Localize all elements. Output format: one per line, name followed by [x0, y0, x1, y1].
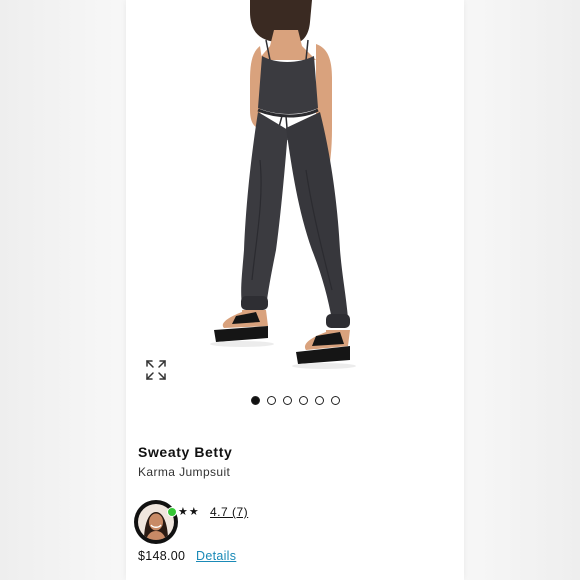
- price: $148.00: [138, 549, 186, 563]
- carousel-dot-3[interactable]: [282, 396, 292, 405]
- carousel-dot-4[interactable]: [298, 396, 308, 405]
- expand-arrows-icon[interactable]: [144, 358, 168, 382]
- rating-link[interactable]: 4.7 (7): [210, 505, 248, 519]
- carousel-dot-2[interactable]: [266, 396, 276, 405]
- carousel-dot-6[interactable]: [330, 396, 340, 405]
- carousel-dot-1[interactable]: [250, 396, 260, 405]
- star-rating-icon: ★★: [178, 506, 200, 518]
- brand-name: Sweaty Betty: [138, 444, 233, 460]
- details-link[interactable]: Details: [196, 549, 236, 563]
- carousel-dot-5[interactable]: [314, 396, 324, 405]
- carousel-indicators: [126, 396, 464, 408]
- product-card: Sweaty Betty Karma Jumpsuit ★★ 4.7 (7) $…: [126, 0, 464, 580]
- model-photo: [126, 0, 464, 392]
- product-image[interactable]: [126, 0, 464, 392]
- product-title: Karma Jumpsuit: [138, 465, 231, 479]
- online-status-icon: [167, 507, 177, 517]
- page-background: Sweaty Betty Karma Jumpsuit ★★ 4.7 (7) $…: [0, 0, 580, 580]
- avatar[interactable]: [134, 500, 178, 544]
